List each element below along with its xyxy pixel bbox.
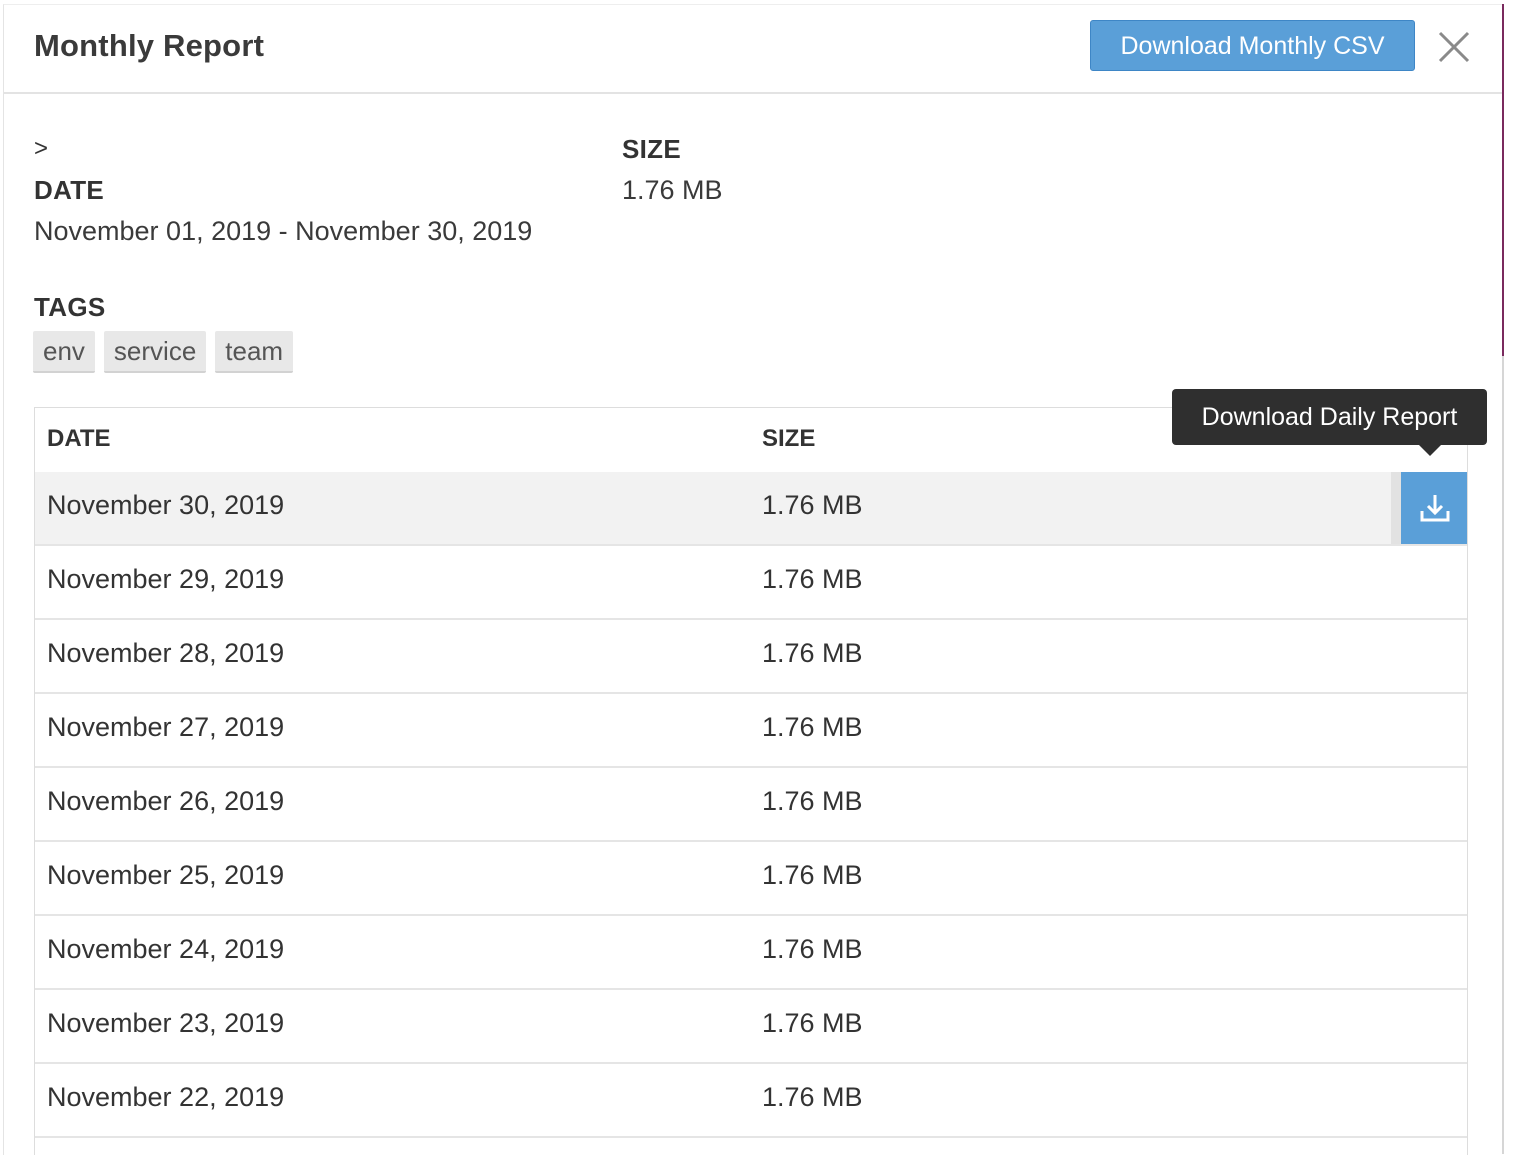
table-row[interactable]: November 26, 2019 1.76 MB xyxy=(35,768,1467,842)
row-size: 1.76 MB xyxy=(762,712,863,742)
table-row[interactable]: November 25, 2019 1.76 MB xyxy=(35,842,1467,916)
table-row[interactable]: November 27, 2019 1.76 MB xyxy=(35,694,1467,768)
row-size: 1.76 MB xyxy=(762,786,863,816)
row-date: November 26, 2019 xyxy=(47,786,285,816)
tag-list: env service team xyxy=(33,331,294,373)
row-date: November 23, 2019 xyxy=(47,1008,285,1038)
download-daily-report-button[interactable] xyxy=(1391,472,1467,544)
row-size: 1.76 MB xyxy=(762,638,863,668)
size-value: 1.76 MB xyxy=(622,175,723,205)
scrollbar-accent[interactable] xyxy=(1502,4,1504,356)
download-monthly-csv-button[interactable]: Download Monthly CSV xyxy=(1090,20,1415,71)
row-date: November 28, 2019 xyxy=(47,638,285,668)
close-icon xyxy=(1438,31,1470,63)
tag-env: env xyxy=(33,331,95,373)
date-label: DATE xyxy=(34,175,105,205)
size-label: SIZE xyxy=(622,134,681,164)
tooltip-arrow xyxy=(1419,445,1441,456)
modal-header: Monthly Report Download Monthly CSV xyxy=(4,5,1504,94)
tag-team: team xyxy=(215,331,294,373)
tag-service: service xyxy=(103,331,207,373)
page-title: Monthly Report xyxy=(34,28,265,63)
date-range-value: November 01, 2019 - November 30, 2019 xyxy=(34,216,533,246)
row-date: November 22, 2019 xyxy=(47,1082,285,1112)
tags-label: TAGS xyxy=(34,292,106,322)
expand-caret[interactable]: > xyxy=(34,135,48,163)
download-daily-report-tooltip: Download Daily Report xyxy=(1172,389,1487,445)
row-date: November 29, 2019 xyxy=(47,564,285,594)
table-row[interactable]: November 24, 2019 1.76 MB xyxy=(35,916,1467,990)
column-header-date: DATE xyxy=(47,425,111,452)
row-size: 1.76 MB xyxy=(762,1008,863,1038)
table-row[interactable]: November 23, 2019 1.76 MB xyxy=(35,990,1467,1064)
table-row[interactable]: November 22, 2019 1.76 MB xyxy=(35,1064,1467,1138)
row-date: November 27, 2019 xyxy=(47,712,285,742)
row-size: 1.76 MB xyxy=(762,1082,863,1112)
column-header-size: SIZE xyxy=(762,425,816,452)
row-date: November 30, 2019 xyxy=(47,490,285,520)
monthly-report-modal: Monthly Report Download Monthly CSV > DA… xyxy=(3,4,1504,1155)
row-size: 1.76 MB xyxy=(762,564,863,594)
table-row[interactable]: November 28, 2019 1.76 MB xyxy=(35,620,1467,694)
row-size: 1.76 MB xyxy=(762,490,863,520)
row-date: November 25, 2019 xyxy=(47,860,285,890)
row-date: November 24, 2019 xyxy=(47,934,285,964)
daily-reports-table: DATE SIZE November 30, 2019 1.76 MB Nove… xyxy=(34,407,1468,1155)
row-size: 1.76 MB xyxy=(762,860,863,890)
table-row[interactable]: November 30, 2019 1.76 MB xyxy=(35,472,1467,546)
download-icon xyxy=(1420,495,1450,522)
row-size: 1.76 MB xyxy=(762,934,863,964)
table-row[interactable]: November 29, 2019 1.76 MB xyxy=(35,546,1467,620)
close-button[interactable] xyxy=(1432,25,1476,69)
